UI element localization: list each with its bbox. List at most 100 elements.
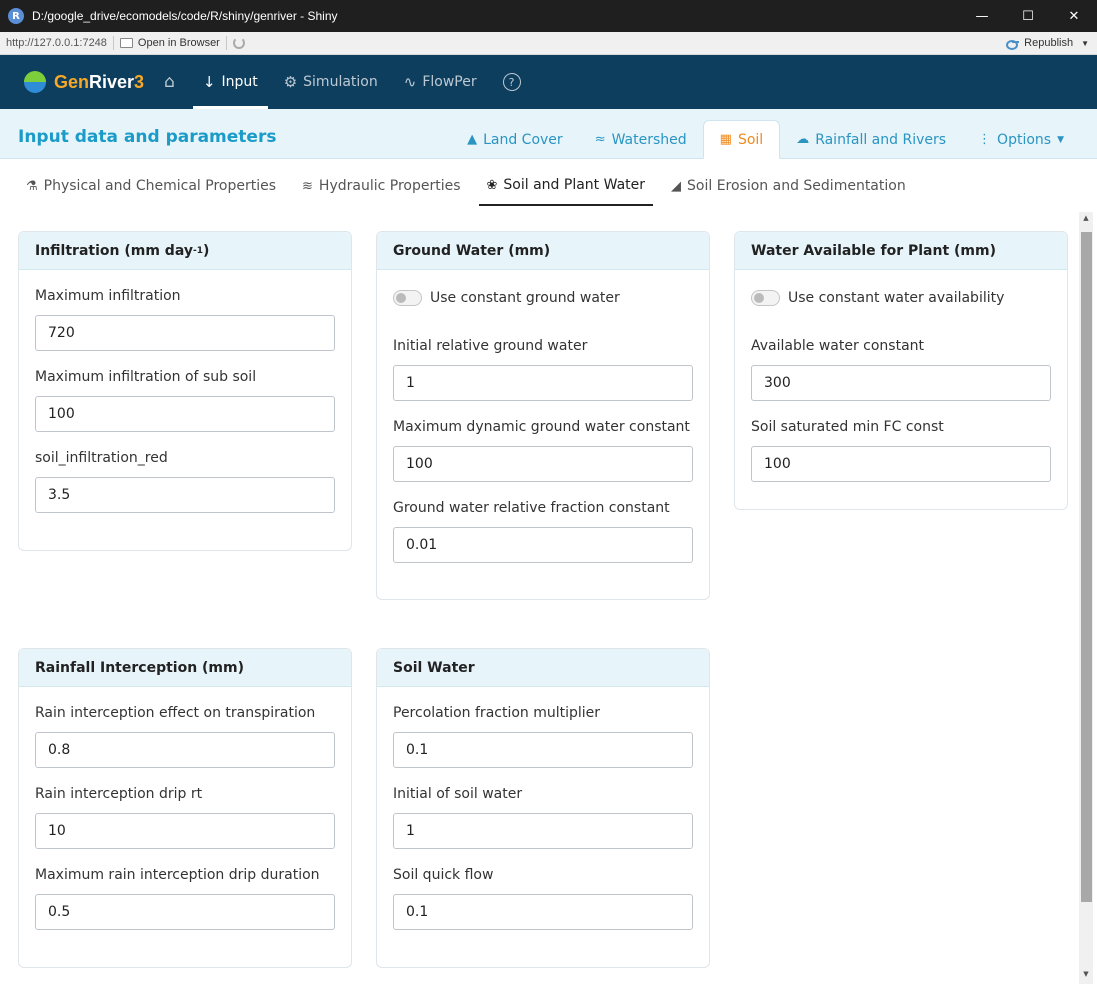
- subtab-physical-chemical[interactable]: ⚗ Physical and Chemical Properties: [18, 166, 284, 206]
- constant-water-availability-toggle[interactable]: [751, 290, 780, 306]
- soil-saturated-min-fc-input[interactable]: 100: [751, 446, 1051, 482]
- card-title-sup: -1: [192, 245, 203, 256]
- subtab-label: Soil Erosion and Sedimentation: [687, 178, 906, 194]
- field-label: Soil quick flow: [393, 867, 494, 883]
- brand-name: GenRiver3: [54, 72, 144, 93]
- card-header: Soil Water: [377, 649, 709, 687]
- section-tabs: ▲ Land Cover ≈ Watershed ▦ Soil ☁ Rainfa…: [451, 120, 1080, 159]
- caret-down-icon: ▼: [1057, 134, 1064, 145]
- nav-simulation-label: Simulation: [303, 74, 378, 90]
- nav-input[interactable]: ↓ Input: [192, 55, 268, 109]
- initial-soil-water-input[interactable]: 1: [393, 813, 693, 849]
- soil-icon: ▦: [719, 132, 732, 147]
- toolbar-divider: [112, 36, 114, 50]
- subtab-hydraulic[interactable]: ≋ Hydraulic Properties: [294, 166, 469, 206]
- field-label: Maximum rain interception drip duration: [35, 867, 320, 883]
- field-label: Soil saturated min FC const: [751, 419, 944, 435]
- nav-simulation[interactable]: ⚙ Simulation: [274, 55, 388, 109]
- tab-soil[interactable]: ▦ Soil: [702, 120, 781, 159]
- water-ladder-icon: ≋: [302, 178, 313, 194]
- initial-relative-ground-water-input[interactable]: 1: [393, 365, 693, 401]
- card-title: Soil Water: [393, 659, 475, 676]
- tab-label: Soil: [737, 131, 764, 148]
- brand-part-gen: Gen: [54, 71, 90, 92]
- gears-icon: ⚙: [283, 73, 298, 91]
- max-dynamic-ground-water-input[interactable]: 100: [393, 446, 693, 482]
- field-label: Rain interception effect on transpiratio…: [35, 705, 316, 721]
- maximize-icon[interactable]: ☐: [1005, 0, 1051, 32]
- dots-vertical-icon: ⋮: [978, 132, 992, 147]
- maximum-infiltration-sub-soil-input[interactable]: 100: [35, 396, 335, 432]
- rain-interception-drip-rt-input[interactable]: 10: [35, 813, 335, 849]
- window-title: D:/google_drive/ecomodels/code/R/shiny/g…: [32, 9, 338, 23]
- card-ground-water: Ground Water (mm) Use constant ground wa…: [376, 231, 710, 600]
- home-icon: ⌂: [164, 72, 175, 92]
- page-title: Input data and parameters: [18, 127, 277, 147]
- field-label: Maximum dynamic ground water constant: [393, 419, 690, 435]
- soil-infiltration-red-input[interactable]: 3.5: [35, 477, 335, 513]
- tab-label: Rainfall and Rivers: [815, 131, 947, 148]
- soil-quick-flow-input[interactable]: 0.1: [393, 894, 693, 930]
- republish-label: Republish: [1024, 37, 1074, 49]
- subtab-erosion[interactable]: ◢ Soil Erosion and Sedimentation: [663, 166, 914, 206]
- republish-button[interactable]: Republish ▼: [1006, 37, 1089, 50]
- tab-watershed[interactable]: ≈ Watershed: [579, 120, 703, 159]
- genriver-logo-icon: [24, 71, 46, 93]
- toolbar-divider: [225, 36, 227, 50]
- subtab-soil-plant-water[interactable]: ❀ Soil and Plant Water: [478, 166, 654, 206]
- pulse-icon: ∿: [403, 73, 417, 91]
- field-label: soil_infiltration_red: [35, 450, 168, 466]
- ground-water-fraction-input[interactable]: 0.01: [393, 527, 693, 563]
- window-title-bar: R D:/google_drive/ecomodels/code/R/shiny…: [0, 0, 1097, 32]
- water-icon: ≈: [594, 132, 606, 147]
- field-label: Rain interception drip rt: [35, 786, 203, 802]
- cloud-icon: ☁: [796, 132, 810, 147]
- card-header: Ground Water (mm): [377, 232, 709, 270]
- scroll-down-icon[interactable]: ▼: [1081, 970, 1091, 980]
- open-in-browser-label: Open in Browser: [137, 37, 220, 49]
- tab-options[interactable]: ⋮ Options ▼: [962, 120, 1080, 159]
- brand-part-river: River: [89, 71, 135, 92]
- tab-land-cover[interactable]: ▲ Land Cover: [451, 120, 579, 159]
- rain-interception-transpiration-input[interactable]: 0.8: [35, 732, 335, 768]
- constant-ground-water-toggle[interactable]: [393, 290, 422, 306]
- toggle-label: Use constant water availability: [788, 290, 1005, 306]
- nav-input-label: Input: [221, 74, 258, 90]
- toggle-label: Use constant ground water: [430, 290, 620, 306]
- arrow-down-icon: ↓: [202, 73, 216, 91]
- field-label: Percolation fraction multiplier: [393, 705, 601, 721]
- field-label: Available water constant: [751, 338, 925, 354]
- section-header: Input data and parameters ▲ Land Cover ≈…: [0, 109, 1097, 159]
- nav-home[interactable]: ⌂: [154, 55, 185, 109]
- constant-water-availability-toggle-row: Use constant water availability: [751, 288, 1051, 308]
- brand[interactable]: GenRiver3: [24, 71, 144, 93]
- nav-help[interactable]: ?: [493, 55, 531, 109]
- card-title: Ground Water (mm): [393, 242, 551, 259]
- tree-icon: ▲: [467, 132, 478, 147]
- card-soil-water: Soil Water Percolation fraction multipli…: [376, 648, 710, 968]
- tab-rainfall-and-rivers[interactable]: ☁ Rainfall and Rivers: [780, 120, 962, 159]
- help-icon: ?: [502, 73, 521, 91]
- open-in-browser-button[interactable]: Open in Browser: [119, 37, 220, 49]
- card-header: Infiltration (mm day -1): [19, 232, 351, 270]
- field-label: Initial relative ground water: [393, 338, 588, 354]
- chevron-down-icon: ▼: [1081, 38, 1089, 48]
- nav-flowper-label: FlowPer: [422, 74, 477, 90]
- close-icon[interactable]: ✕: [1051, 0, 1097, 32]
- scroll-up-icon[interactable]: ▲: [1081, 214, 1091, 224]
- available-water-constant-input[interactable]: 300: [751, 365, 1051, 401]
- rstudio-app-icon: R: [8, 8, 24, 24]
- refresh-icon[interactable]: [232, 37, 245, 49]
- minimize-icon[interactable]: —: [959, 0, 1005, 32]
- sub-tabs: ⚗ Physical and Chemical Properties ≋ Hyd…: [18, 166, 924, 206]
- scrollbar-thumb[interactable]: [1081, 232, 1092, 902]
- browser-window-icon: [119, 38, 133, 48]
- field-label: Initial of soil water: [393, 786, 523, 802]
- card-water-available: Water Available for Plant (mm) Use const…: [734, 231, 1068, 510]
- percolation-fraction-multiplier-input[interactable]: 0.1: [393, 732, 693, 768]
- max-rain-interception-drip-duration-input[interactable]: 0.5: [35, 894, 335, 930]
- field-label: Ground water relative fraction constant: [393, 500, 670, 516]
- maximum-infiltration-input[interactable]: 720: [35, 315, 335, 351]
- nav-flowper[interactable]: ∿ FlowPer: [394, 55, 487, 109]
- tab-label: Watershed: [611, 131, 687, 148]
